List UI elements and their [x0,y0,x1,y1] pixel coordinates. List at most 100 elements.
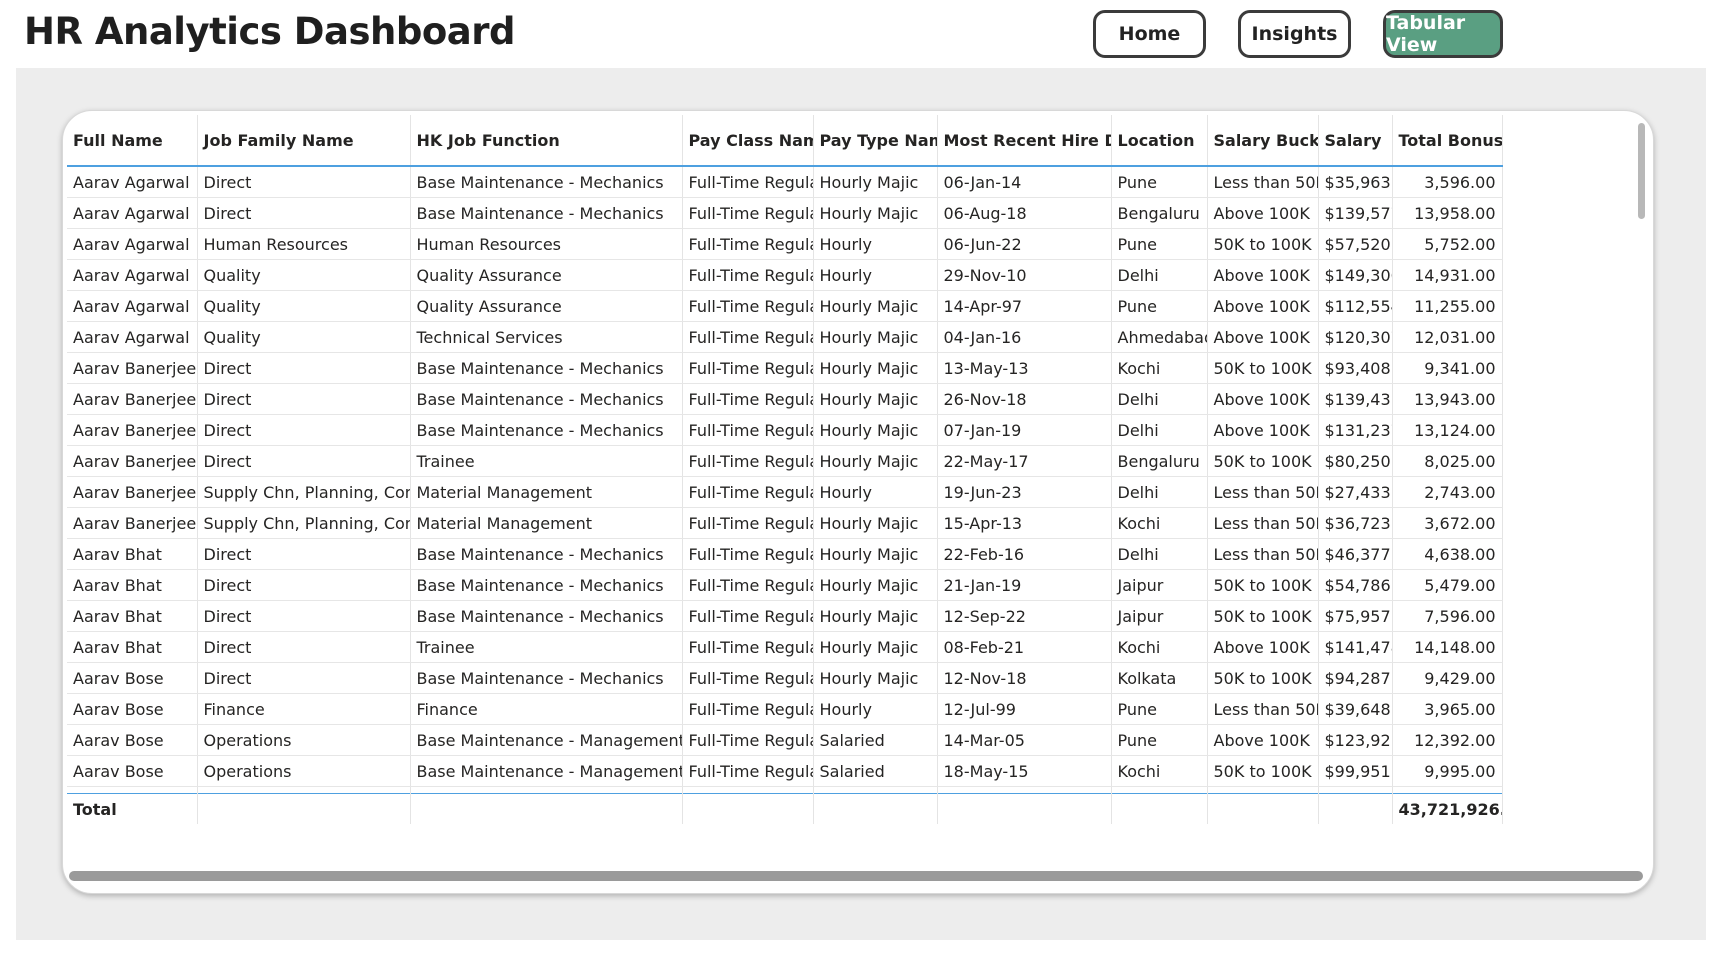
table-cell: 12,392.00 [1392,724,1503,756]
table-cell: Direct [197,197,411,229]
table-cell: Less than 50K [1207,507,1319,539]
column-header[interactable]: HK Job Function [410,115,683,167]
table-cell: Less than 50K [1207,476,1319,508]
table-row[interactable]: Aarav Banerjee Direct Trainee Full-Time Reg… [67,445,1503,477]
column-header[interactable]: Full Name [67,115,198,167]
table-cell: Aarav Bose [67,662,198,694]
insights-button[interactable]: Insights [1238,10,1351,58]
table-cell: 50K to 100K [1207,755,1319,787]
table-cell: Hourly Majic [813,197,938,229]
table-cell: Full-Time Regular [682,167,814,198]
table-cell: Quality [197,321,411,353]
table-row[interactable]: Aarav Agarwal Human Resources Human Resour… [67,228,1503,260]
table-cell: 15-Apr-13 [937,507,1112,539]
table-cell: Above 100K [1207,631,1319,663]
table-row[interactable]: Aarav Agarwal Quality Quality Assurance Ful… [67,290,1503,322]
table-cell: 13,958.00 [1392,197,1503,229]
table-cell: Full-Time Regular [682,507,814,539]
table-row[interactable]: Aarav Bose Direct Base Maintenance - Mecha… [67,662,1503,694]
table-cell: 50K to 100K [1207,600,1319,632]
table-row[interactable]: Aarav Bhat Direct Base Maintenance - Mecha… [67,569,1503,601]
column-header[interactable]: Pay Type Name [813,115,938,167]
table-row[interactable]: Aarav Banerjee Direct Base Maintenance - M… [67,414,1503,446]
table-row[interactable]: Aarav Bose Operations Base Maintenance - M… [67,755,1503,787]
table-cell: Aarav Banerjee [67,476,198,508]
table-cell: 50K to 100K [1207,445,1319,477]
column-header[interactable]: Job Family Name [197,115,411,167]
column-header[interactable]: Total Bonus [1392,115,1503,167]
table-cell: 2,743.00 [1392,476,1503,508]
table-cell: 29-Nov-10 [937,259,1112,291]
table-cell: $149,306 [1318,259,1393,291]
table-row[interactable]: Aarav Agarwal Quality Technical Services Fu… [67,321,1503,353]
table-cell: 14,931.00 [1392,259,1503,291]
table-row[interactable]: Aarav Bose Operations Base Maintenance - M… [67,724,1503,756]
table-cell: $54,786 [1318,569,1393,601]
vertical-scrollbar[interactable] [1638,123,1645,219]
table-cell: Aarav Bhat [67,600,198,632]
table-row[interactable]: Aarav Bhat Direct Trainee Full-Time Regular… [67,631,1503,663]
table-cell: Direct [197,631,411,663]
table-cell: Aarav Bose [67,755,198,787]
table-cell: 50K to 100K [1207,662,1319,694]
table-cell: Technical Services [410,321,683,353]
table-row[interactable]: Aarav Banerjee Direct Base Maintenance - M… [67,352,1503,384]
table-cell: 07-Jan-19 [937,414,1112,446]
table-cell: Aarav Bose [67,724,198,756]
table-cell: Hourly Majic [813,631,938,663]
table-cell: Above 100K [1207,321,1319,353]
table-cell: Full-Time Regular [682,476,814,508]
table-row[interactable]: Aarav Banerjee Direct Base Maintenance - M… [67,383,1503,415]
table-cell: Kochi [1111,631,1208,663]
table-row[interactable]: Aarav BanerjeeSupply Chn, Planning, Cont… [67,476,1503,508]
table-cell: $39,648 [1318,693,1393,725]
table-cell: Bengaluru [1111,445,1208,477]
table-cell: 06-Aug-18 [937,197,1112,229]
column-header[interactable]: Salary Bucket [1207,115,1319,167]
table-row[interactable]: Aarav Agarwal Direct Base Maintenance - Me… [67,197,1503,229]
table-cell: Above 100K [1207,414,1319,446]
table-cell: Kochi [1111,755,1208,787]
table-cell: Hourly [813,228,938,260]
table-cell: 18-May-15 [937,755,1112,787]
table-cell: Full-Time Regular [682,631,814,663]
table-cell: Bengaluru [1111,197,1208,229]
table-cell: 14-Mar-05 [937,724,1112,756]
home-button[interactable]: Home [1093,10,1206,58]
table-cell: $123,921 [1318,724,1393,756]
table-cell: $99,951 [1318,755,1393,787]
table-cell: 26-Nov-18 [937,383,1112,415]
table-cell: Hourly Majic [813,352,938,384]
table-cell: Base Maintenance - Mechanics [410,414,683,446]
horizontal-scrollbar[interactable] [69,871,1643,881]
table-cell: Full-Time Regular [682,383,814,415]
table-row[interactable]: Aarav BanerjeeSupply Chn, Planning, Cont… [67,507,1503,539]
column-header[interactable]: Most Recent Hire Date [937,115,1112,167]
column-header[interactable]: Location [1111,115,1208,167]
table-cell: Base Maintenance - Mechanics [410,352,683,384]
tabular-view-button[interactable]: Tabular View [1383,10,1503,58]
table-cell: Hourly [813,259,938,291]
table-cell: Supply Chn, Planning, Control [197,476,411,508]
table-body-scroll[interactable]: Aarav Agarwal Direct Base Maintenance - Me… [67,167,1647,793]
table-cell: Less than 50K [1207,538,1319,570]
table-row[interactable]: Aarav Bhat Direct Base Maintenance - Mecha… [67,538,1503,570]
table-cell: Full-Time Regular [682,228,814,260]
table-cell: 19-Jun-23 [937,476,1112,508]
table-row[interactable]: Aarav Bose Finance Finance Full-Time Regula… [67,693,1503,725]
column-header[interactable]: Salary [1318,115,1393,167]
table-row[interactable]: Aarav Bhat Direct Base Maintenance - Mecha… [67,600,1503,632]
table-cell: Aarav Bhat [67,538,198,570]
table-row[interactable]: Aarav Agarwal Quality Quality Assurance Ful… [67,259,1503,291]
table-cell: Hourly Majic [813,321,938,353]
column-header[interactable]: Pay Class Name [682,115,814,167]
table-cell: Pune [1111,290,1208,322]
table-cell: 14-Apr-97 [937,290,1112,322]
table-row[interactable]: Aarav Agarwal Direct Base Maintenance - Me… [67,167,1503,198]
table-cell: Aarav Bhat [67,631,198,663]
table-cell: Operations [197,724,411,756]
table-cell: Hourly Majic [813,383,938,415]
table-cell: Salaried [813,755,938,787]
table-cell: Kolkata [1111,662,1208,694]
table-cell: Aarav Bhat [67,569,198,601]
